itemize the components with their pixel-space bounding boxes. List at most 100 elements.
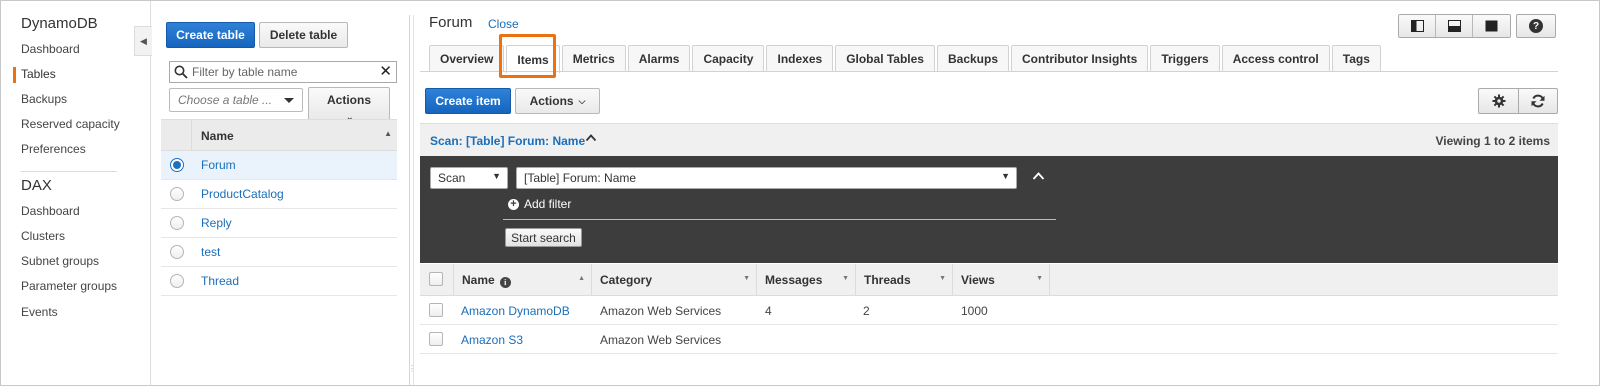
item-category: Amazon Web Services <box>600 333 722 347</box>
table-name-link[interactable]: Thread <box>201 274 239 288</box>
table-radio[interactable] <box>170 158 184 172</box>
item-name-link[interactable]: Amazon DynamoDB <box>461 304 570 318</box>
scan-target-value: [Table] Forum: Name <box>524 171 637 185</box>
choose-table-placeholder: Choose a table ... <box>178 93 273 107</box>
table-radio[interactable] <box>170 245 184 259</box>
start-search-button[interactable]: Start search <box>505 228 582 247</box>
info-icon[interactable]: i <box>499 277 511 288</box>
tab-overview[interactable]: Overview <box>429 45 505 72</box>
tab-capacity[interactable]: Capacity <box>692 45 765 72</box>
full-panel-icon <box>1485 20 1498 32</box>
caret-down-icon <box>284 98 294 103</box>
nav-item-dax-dashboard[interactable]: Dashboard <box>21 204 80 218</box>
table-radio[interactable] <box>170 216 184 230</box>
sort-icon[interactable]: ▼ <box>743 275 750 282</box>
sort-ascending-icon[interactable]: ▲ <box>384 129 392 138</box>
column-divider <box>191 120 192 150</box>
column-header-views[interactable]: Views ▼ <box>953 264 1050 295</box>
nav-heading-dynamodb: DynamoDB <box>21 15 98 32</box>
items-tab-highlight <box>499 34 556 78</box>
choose-table-select[interactable]: Choose a table ... <box>169 88 303 112</box>
close-icon[interactable]: ✕ <box>379 64 392 80</box>
sort-icon[interactable]: ▼ <box>1036 275 1043 282</box>
table-name-link[interactable]: Forum <box>201 158 236 172</box>
sort-icon[interactable]: ▼ <box>842 275 849 282</box>
scan-target-select[interactable]: [Table] Forum: Name ▼ <box>516 167 1017 189</box>
tab-contributor-insights[interactable]: Contributor Insights <box>1011 45 1149 72</box>
split-horizontal-icon <box>1447 20 1461 32</box>
table-list-item-reply[interactable]: Reply <box>161 209 397 238</box>
table-actions-button[interactable]: Actions ⌄ <box>308 87 390 122</box>
row-checkbox[interactable] <box>429 332 443 346</box>
select-all-checkbox[interactable] <box>429 272 443 286</box>
nav-item-parameter-groups[interactable]: Parameter groups <box>21 279 117 293</box>
nav-item-dashboard[interactable]: Dashboard <box>21 42 80 56</box>
chevron-left-icon: ◀ <box>140 35 147 46</box>
sort-ascending-icon[interactable]: ▲ <box>578 275 585 282</box>
item-name-link[interactable]: Amazon S3 <box>461 333 523 347</box>
nav-item-reserved-capacity[interactable]: Reserved capacity <box>21 117 120 131</box>
table-list-item-productcatalog[interactable]: ProductCatalog <box>161 180 397 209</box>
scan-mode-select[interactable]: Scan ▼ <box>430 167 508 189</box>
item-actions-button[interactable]: Actions ⌵ <box>515 88 600 114</box>
tab-alarms[interactable]: Alarms <box>627 45 691 72</box>
close-detail-link[interactable]: Close <box>488 17 519 31</box>
filter-divider <box>503 219 1056 220</box>
nav-item-subnet-groups[interactable]: Subnet groups <box>21 254 99 268</box>
table-name-link[interactable]: Reply <box>201 216 232 230</box>
help-icon: ? <box>1529 19 1543 33</box>
tab-metrics[interactable]: Metrics <box>561 45 626 72</box>
collapse-nav-button[interactable]: ◀ <box>134 26 152 56</box>
row-checkbox[interactable] <box>429 303 443 317</box>
tab-access-control[interactable]: Access control <box>1221 45 1330 72</box>
chevron-up-icon[interactable] <box>1032 170 1045 185</box>
table-list-name-header[interactable]: Name <box>201 129 234 143</box>
column-header-name[interactable]: Name i ▲ <box>454 264 592 295</box>
column-header-category[interactable]: Category ▼ <box>592 264 757 295</box>
delete-table-button[interactable]: Delete table <box>259 22 348 48</box>
table-radio[interactable] <box>170 187 184 201</box>
column-header-threads[interactable]: Threads ▼ <box>856 264 953 295</box>
table-name-link[interactable]: ProductCatalog <box>201 187 284 201</box>
tab-triggers[interactable]: Triggers <box>1150 45 1220 72</box>
table-filter-input[interactable] <box>192 64 372 80</box>
table-radio[interactable] <box>170 274 184 288</box>
item-messages: 4 <box>765 304 772 318</box>
refresh-button[interactable] <box>1518 88 1558 114</box>
nav-item-backups[interactable]: Backups <box>21 92 67 106</box>
resize-grip-icon[interactable]: ⋮ <box>408 364 416 373</box>
nav-divider <box>21 171 117 172</box>
sort-icon[interactable]: ▼ <box>939 275 946 282</box>
tab-tags[interactable]: Tags <box>1331 45 1381 72</box>
refresh-icon <box>1531 94 1545 108</box>
table-detail-title: Forum <box>429 14 473 31</box>
add-filter-link[interactable]: + Add filter <box>508 197 571 211</box>
nav-item-preferences[interactable]: Preferences <box>21 142 86 156</box>
table-list-item-test[interactable]: test <box>161 238 397 267</box>
nav-item-clusters[interactable]: Clusters <box>21 229 65 243</box>
tab-backups[interactable]: Backups <box>936 45 1010 72</box>
items-table-header: Name i ▲ Category ▼ Messages ▼ Threads ▼ … <box>420 264 1558 296</box>
tab-indexes[interactable]: Indexes <box>766 45 834 72</box>
create-item-button[interactable]: Create item <box>425 88 511 114</box>
nav-item-events[interactable]: Events <box>21 305 58 319</box>
table-list-item-forum[interactable]: Forum <box>161 151 397 180</box>
layout-full-button[interactable] <box>1473 15 1510 37</box>
scan-summary-toggle[interactable]: Scan: [Table] Forum: Name <box>430 134 585 148</box>
panel-splitter[interactable] <box>409 15 410 385</box>
settings-button[interactable] <box>1478 88 1518 114</box>
column-header-category-label: Category <box>600 273 653 287</box>
nav-item-tables[interactable]: Tables <box>21 67 56 81</box>
table-name-link[interactable]: test <box>201 245 220 259</box>
create-table-button[interactable]: Create table <box>166 22 255 48</box>
layout-split-vertical-button[interactable] <box>1399 15 1436 37</box>
tab-global-tables[interactable]: Global Tables <box>835 45 935 72</box>
column-header-messages[interactable]: Messages ▼ <box>757 264 856 295</box>
search-icon <box>174 65 188 82</box>
layout-split-horizontal-button[interactable] <box>1436 15 1473 37</box>
help-button[interactable]: ? <box>1516 14 1556 38</box>
table-list-item-thread[interactable]: Thread <box>161 267 397 296</box>
caret-down-icon: ▼ <box>492 171 501 181</box>
chevron-up-icon[interactable] <box>585 132 597 147</box>
tabs-baseline <box>420 71 1558 72</box>
